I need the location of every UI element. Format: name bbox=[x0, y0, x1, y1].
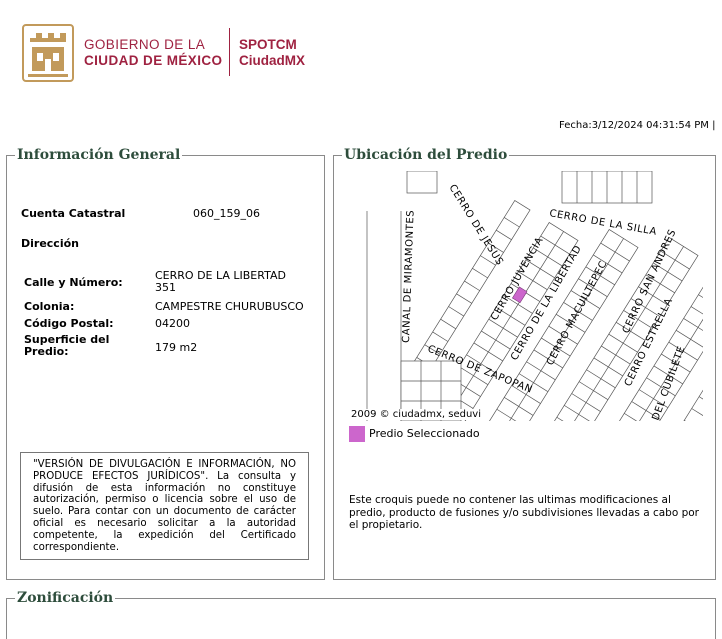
street-label-cerro-de-jesus: CERRO DE JESUS bbox=[446, 183, 505, 268]
superficie-value: 179 m2 bbox=[155, 341, 198, 354]
gov-line-1: GOBIERNO DE LA bbox=[84, 37, 206, 52]
calle-value: CERRO DE LA LIBERTAD 351 bbox=[155, 269, 286, 294]
map-legend: Predio Seleccionado bbox=[349, 426, 480, 442]
cp-value: 04200 bbox=[155, 317, 190, 330]
header-logo: GOBIERNO DE LA CIUDAD DE MÉXICO SPOTCM C… bbox=[22, 24, 322, 84]
app-line-1: SPOTCM bbox=[239, 37, 297, 52]
info-general-panel: Información General Cuenta Catastral 060… bbox=[6, 147, 325, 580]
gov-line-2: CIUDAD DE MÉXICO bbox=[84, 53, 223, 68]
map-legend-label: Predio Seleccionado bbox=[369, 427, 480, 440]
location-map[interactable]: CERRO DE JESUS CERRO DE LA SILLA CANAL D… bbox=[347, 171, 703, 421]
zonificacion-panel: Zonificación bbox=[6, 590, 716, 639]
street-label-canal-de-miramontes: CANAL DE MIRAMONTES bbox=[401, 210, 417, 344]
cuenta-value: 060_159_06 bbox=[193, 207, 260, 220]
app-line-2: CiudadMX bbox=[239, 53, 305, 68]
map-svg: CERRO DE JESUS CERRO DE LA SILLA CANAL D… bbox=[347, 171, 703, 421]
date-stamp: Fecha:3/12/2024 04:31:54 PM | bbox=[559, 120, 716, 131]
app-title: SPOTCM CiudadMX bbox=[239, 37, 305, 69]
superficie-label: Superficie del Predio: bbox=[24, 333, 110, 358]
colonia-value: CAMPESTRE CHURUBUSCO bbox=[155, 300, 304, 313]
ubicacion-panel: Ubicación del Predio CERRO DE JESUS CERR… bbox=[333, 147, 716, 580]
gov-title: GOBIERNO DE LA CIUDAD DE MÉXICO bbox=[84, 37, 222, 69]
calle-label: Calle y Número: bbox=[24, 276, 123, 289]
cdmx-shield-icon bbox=[22, 24, 74, 82]
ubicacion-legend: Ubicación del Predio bbox=[342, 147, 510, 163]
cp-label: Código Postal: bbox=[24, 317, 114, 330]
direccion-label: Dirección bbox=[21, 237, 79, 250]
info-general-legend: Información General bbox=[15, 147, 183, 163]
zonificacion-legend: Zonificación bbox=[15, 590, 116, 606]
map-copyright: 2009 © ciudadmx, seduvi bbox=[349, 409, 484, 420]
logo-divider bbox=[229, 28, 230, 76]
legal-disclaimer: "VERSIÓN DE DIVULGACIÓN E INFORMACIÓN, N… bbox=[20, 452, 309, 560]
map-disclaimer: Este croquis puede no contener las ultim… bbox=[349, 494, 700, 531]
selected-parcel-swatch bbox=[349, 426, 365, 442]
colonia-label: Colonia: bbox=[24, 300, 75, 313]
cuenta-label: Cuenta Catastral bbox=[21, 207, 126, 220]
